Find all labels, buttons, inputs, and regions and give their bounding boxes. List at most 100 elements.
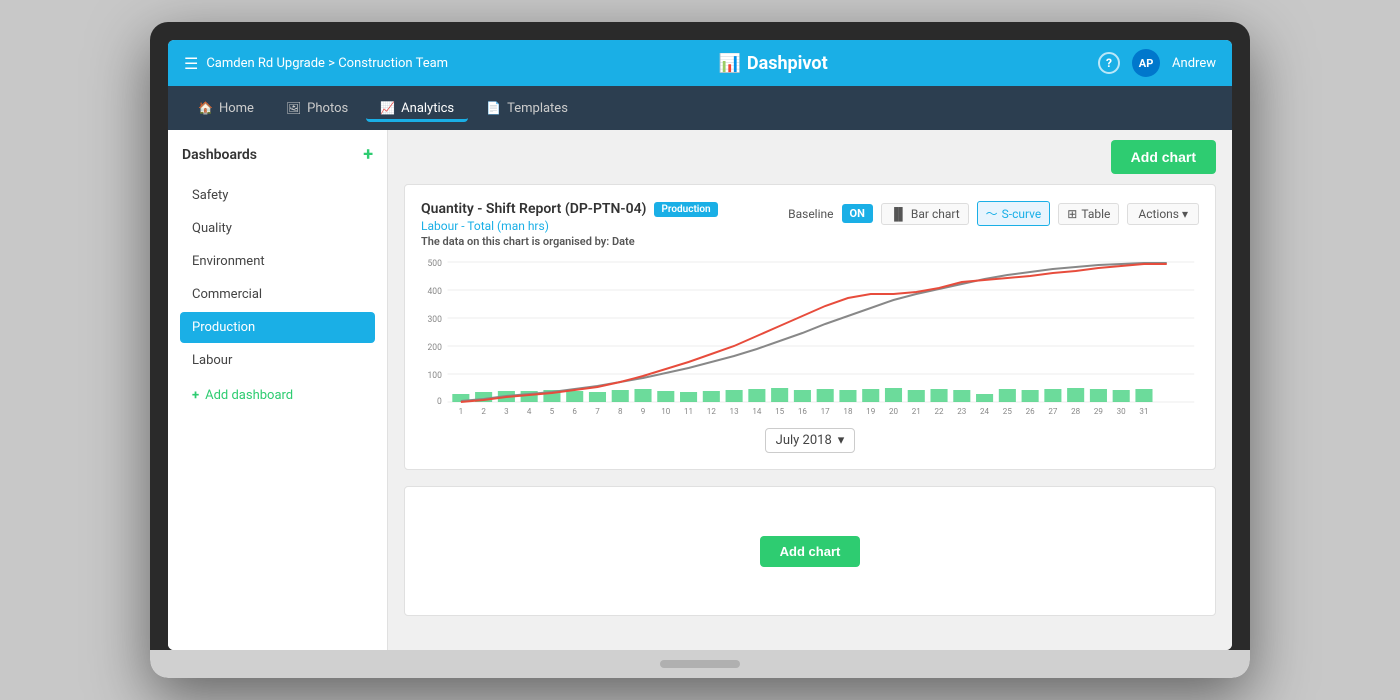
actions-button[interactable]: Actions ▾ [1127, 203, 1199, 225]
svg-text:11: 11 [684, 407, 693, 416]
svg-text:7: 7 [595, 407, 600, 416]
svg-text:200: 200 [427, 343, 441, 353]
svg-text:16: 16 [798, 407, 807, 416]
table-icon: ⊞ [1067, 207, 1077, 221]
svg-text:17: 17 [821, 407, 830, 416]
add-dashboard-plus-icon: + [192, 388, 199, 403]
date-label: July 2018 [776, 433, 832, 448]
svg-text:3: 3 [504, 407, 509, 416]
svg-text:1: 1 [459, 407, 464, 416]
add-dashboard-label: Add dashboard [205, 388, 293, 403]
home-icon: 🏠 [198, 101, 213, 115]
logo-text: Dashpivot [747, 53, 828, 74]
add-chart-secondary-button[interactable]: Add chart [760, 536, 861, 567]
chart-subtitle: Labour - Total (man hrs) [421, 219, 718, 233]
chart-header: Quantity - Shift Report (DP-PTN-04) Prod… [421, 201, 1199, 248]
user-name: Andrew [1172, 56, 1216, 71]
nav-bar: 🏠 Home 🖼 Photos 📈 Analytics 📄 Templates [168, 86, 1232, 130]
svg-text:9: 9 [641, 407, 646, 416]
laptop-base [150, 650, 1250, 678]
hamburger-icon[interactable]: ☰ [184, 54, 198, 73]
content-toolbar: Add chart [388, 130, 1232, 184]
svg-text:15: 15 [775, 407, 784, 416]
svg-text:18: 18 [843, 407, 852, 416]
svg-text:20: 20 [889, 407, 898, 416]
scurve-label: S-curve [1002, 207, 1042, 221]
templates-icon: 📄 [486, 101, 501, 115]
breadcrumb: Camden Rd Upgrade > Construction Team [206, 56, 448, 71]
nav-label-templates: Templates [507, 101, 568, 116]
sidebar-item-commercial[interactable]: Commercial [180, 279, 375, 310]
nav-item-photos[interactable]: 🖼 Photos [272, 95, 362, 122]
svg-text:27: 27 [1048, 407, 1057, 416]
sidebar-item-labour[interactable]: Labour [180, 345, 375, 376]
sidebar-item-production[interactable]: Production [180, 312, 375, 343]
bar-chart-icon: ▐▌ [890, 207, 907, 221]
laptop-frame: ☰ Camden Rd Upgrade > Construction Team … [150, 22, 1250, 678]
date-selector: July 2018 ▾ [421, 428, 1199, 453]
svg-text:21: 21 [912, 407, 921, 416]
add-dashboard-button[interactable]: + Add dashboard [180, 380, 375, 411]
svg-text:400: 400 [427, 287, 441, 297]
table-button[interactable]: ⊞ Table [1058, 203, 1119, 225]
chart-controls: Baseline ON ▐▌ Bar chart 〜 S-curve [788, 201, 1199, 226]
chart-container: 500 400 300 200 100 0 [421, 256, 1199, 416]
sidebar-header: Dashboards + [180, 142, 375, 168]
svg-text:22: 22 [935, 407, 944, 416]
sidebar-item-environment[interactable]: Environment [180, 246, 375, 277]
svg-text:26: 26 [1026, 407, 1035, 416]
sidebar-item-quality[interactable]: Quality [180, 213, 375, 244]
sidebar: Dashboards + Safety Quality Environment … [168, 130, 388, 650]
chart-organize-text: The data on this chart is organised by: … [421, 235, 718, 248]
production-badge: Production [654, 202, 717, 217]
svg-text:10: 10 [661, 407, 670, 416]
svg-text:28: 28 [1071, 407, 1080, 416]
nav-label-photos: Photos [307, 101, 348, 116]
logo-icon: 📊 [718, 53, 740, 74]
main-layout: Dashboards + Safety Quality Environment … [168, 130, 1232, 650]
svg-text:23: 23 [957, 407, 966, 416]
chart-title-section: Quantity - Shift Report (DP-PTN-04) Prod… [421, 201, 718, 248]
laptop-screen: ☰ Camden Rd Upgrade > Construction Team … [168, 40, 1232, 650]
nav-item-templates[interactable]: 📄 Templates [472, 95, 582, 122]
scurve-button[interactable]: 〜 S-curve [977, 201, 1051, 226]
help-icon[interactable]: ? [1098, 52, 1120, 74]
baseline-label: Baseline [788, 207, 833, 221]
nav-item-home[interactable]: 🏠 Home [184, 95, 268, 122]
svg-text:100: 100 [427, 371, 441, 381]
svg-text:24: 24 [980, 407, 989, 416]
laptop-notch [660, 660, 740, 668]
svg-text:30: 30 [1117, 407, 1126, 416]
top-bar: ☰ Camden Rd Upgrade > Construction Team … [168, 40, 1232, 86]
svg-text:19: 19 [866, 407, 875, 416]
table-label: Table [1081, 207, 1110, 221]
chart-title-text: Quantity - Shift Report (DP-PTN-04) [421, 201, 646, 217]
svg-text:14: 14 [752, 407, 761, 416]
bar-chart-button[interactable]: ▐▌ Bar chart [881, 203, 969, 225]
svg-text:2: 2 [481, 407, 486, 416]
baseline-on-badge[interactable]: ON [842, 204, 873, 223]
top-bar-right: ? AP Andrew [1098, 49, 1216, 77]
svg-text:4: 4 [527, 407, 532, 416]
svg-text:31: 31 [1139, 407, 1148, 416]
bar-chart-label: Bar chart [911, 207, 960, 221]
svg-text:8: 8 [618, 407, 623, 416]
svg-text:5: 5 [550, 407, 555, 416]
svg-text:6: 6 [572, 407, 577, 416]
chevron-down-icon: ▾ [838, 433, 845, 448]
svg-text:13: 13 [730, 407, 739, 416]
svg-text:500: 500 [427, 259, 441, 269]
scurve-icon: 〜 [986, 205, 998, 222]
add-chart-button[interactable]: Add chart [1111, 140, 1216, 174]
sidebar-add-button[interactable]: + [363, 146, 373, 164]
sidebar-item-safety[interactable]: Safety [180, 180, 375, 211]
svg-text:0: 0 [437, 397, 442, 407]
nav-item-analytics[interactable]: 📈 Analytics [366, 95, 468, 122]
photos-icon: 🖼 [286, 101, 301, 115]
chart-card: Quantity - Shift Report (DP-PTN-04) Prod… [404, 184, 1216, 470]
svg-text:25: 25 [1003, 407, 1012, 416]
analytics-icon: 📈 [380, 101, 395, 115]
top-bar-center: 📊 Dashpivot [448, 53, 1098, 74]
date-dropdown[interactable]: July 2018 ▾ [765, 428, 856, 453]
avatar: AP [1132, 49, 1160, 77]
